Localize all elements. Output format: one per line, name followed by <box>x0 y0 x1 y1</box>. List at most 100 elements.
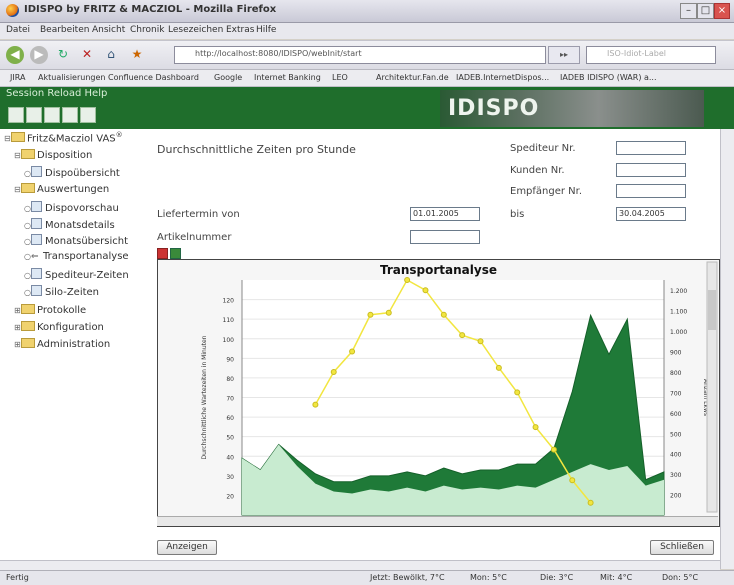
idispo-logo: IDISPO <box>440 90 704 127</box>
bookmark-item[interactable]: Architektur.Fan.de <box>376 73 449 82</box>
toolbar-icon[interactable] <box>62 107 78 123</box>
tree-item-auswertungen[interactable]: ⊟ Auswertungen <box>14 183 109 195</box>
weather-don: Don: 5°C <box>662 573 699 582</box>
y-left-tick-label: 100 <box>223 337 235 344</box>
y-right-tick-label: 1.000 <box>670 329 687 336</box>
bookmark-item[interactable]: Confluence Dashboard <box>108 73 199 82</box>
y-right-tick-label: 700 <box>670 390 682 397</box>
url-text: http://localhost:8080/IDISPO/webInit/sta… <box>195 49 362 58</box>
toolbar-icon[interactable] <box>44 107 60 123</box>
document-icon <box>31 268 42 279</box>
app-menu[interactable]: Session Reload Help <box>6 88 107 99</box>
back-icon[interactable]: ◀ <box>6 46 24 64</box>
menu-lesezeichen[interactable]: Lesezeichen <box>168 25 223 35</box>
document-icon <box>31 201 42 212</box>
bookmark-item[interactable]: JIRA <box>10 73 25 82</box>
schliessen-button[interactable]: Schließen <box>650 540 714 555</box>
bookmark-item[interactable]: IADEB IDISPO (WAR) a... <box>560 73 657 82</box>
y-right-tick-label: 1.100 <box>670 309 687 316</box>
tree-item-silo-zeiten[interactable]: ○ Silo-Zeiten <box>24 285 99 298</box>
bookmark-item[interactable]: LEO <box>332 73 348 82</box>
tree-item-monatsuebersicht[interactable]: ○ Monatsübersicht <box>24 234 128 247</box>
bookmark-item[interactable]: Google <box>214 73 242 82</box>
toolbar-icon[interactable] <box>26 107 42 123</box>
stop-icon[interactable]: ✕ <box>78 46 96 64</box>
menu-datei[interactable]: Datei <box>6 25 30 35</box>
toolbar-icon[interactable] <box>80 107 96 123</box>
excel-export-icon[interactable] <box>170 248 181 259</box>
document-icon <box>31 285 42 296</box>
maximize-icon[interactable]: □ <box>697 3 714 19</box>
toolbar-icon[interactable] <box>8 107 24 123</box>
bookmark-item[interactable]: Internet Banking <box>254 73 321 82</box>
tree-item-monatsdetails[interactable]: ○ Monatsdetails <box>24 218 115 231</box>
tree-item-administration[interactable]: ⊞ Administration <box>14 338 110 350</box>
anzeigen-button[interactable]: Anzeigen <box>157 540 217 555</box>
tree-item-protokolle[interactable]: ⊞ Protokolle <box>14 304 86 316</box>
spediteur-nr-input[interactable] <box>616 141 686 155</box>
folder-icon <box>21 338 35 348</box>
chart-scroll-thumb <box>708 290 716 330</box>
menu-extras[interactable]: Extras <box>226 25 254 35</box>
y-left-tick-label: 20 <box>226 493 234 500</box>
firefox-icon <box>6 4 19 17</box>
bookmark-item[interactable]: Aktualisierungen <box>38 73 105 82</box>
url-bar[interactable]: http://localhost:8080/IDISPO/webInit/sta… <box>174 46 546 64</box>
tree-item-dispouebersicht[interactable]: ○ Dispoübersicht <box>24 166 120 179</box>
home-icon[interactable]: ⌂ <box>102 46 120 64</box>
liefertermin-bis-input[interactable]: 30.04.2005 <box>616 207 686 221</box>
menu-ansicht[interactable]: Ansicht <box>92 25 125 35</box>
folder-icon <box>21 183 35 193</box>
y-right-tick-label: 200 <box>670 493 682 500</box>
logo-text: IDISPO <box>448 96 540 121</box>
y-right-tick-label: 400 <box>670 452 682 459</box>
y-left-tick-label: 70 <box>226 396 234 403</box>
forward-icon[interactable]: ▶ <box>30 46 48 64</box>
tree-item-dispovorschau[interactable]: ○ Dispovorschau <box>24 201 119 214</box>
data-point <box>532 424 539 431</box>
artikelnummer-input[interactable] <box>410 230 480 244</box>
label-bis: bis <box>510 209 525 220</box>
data-point <box>477 338 484 345</box>
weather-mit: Mit: 4°C <box>600 573 633 582</box>
bookmark-item[interactable]: IADEB.InternetDispos... <box>456 73 549 82</box>
data-point <box>404 277 411 283</box>
y-left-tick-label: 110 <box>223 317 235 324</box>
y-left-axis-title: Durchschnittliche Wartezeiten in Minuten <box>201 335 208 459</box>
page-scrollbar-vertical[interactable] <box>720 129 734 569</box>
tree-item-disposition[interactable]: ⊟ Disposition <box>14 149 92 161</box>
pdf-export-icon[interactable] <box>157 248 168 259</box>
go-icon[interactable]: ▸▸ <box>548 46 580 64</box>
liefertermin-von-input[interactable]: 01.01.2005 <box>410 207 480 221</box>
tree-root[interactable]: ⊟ Fritz&Macziol VAS® <box>4 131 123 144</box>
data-point <box>495 364 502 371</box>
reload-icon[interactable]: ↻ <box>54 46 72 64</box>
close-icon[interactable]: × <box>714 3 730 19</box>
kunden-nr-input[interactable] <box>616 163 686 177</box>
tree-item-spediteur-zeiten[interactable]: ○ Spediteur-Zeiten <box>24 268 129 281</box>
menu-hilfe[interactable]: Hilfe <box>256 25 276 35</box>
chart-scrollbar-horizontal[interactable] <box>157 516 718 526</box>
menu-bearbeiten[interactable]: Bearbeiten <box>40 25 89 35</box>
data-point <box>312 401 319 408</box>
search-input[interactable]: ISO-Idiot-Label <box>586 46 716 64</box>
chart-svg: 20 30 40 50 60 70 80 90 100 110 120 200 300 400 500 600… <box>201 261 718 516</box>
folder-icon <box>11 132 25 143</box>
y-right-tick-label: 500 <box>670 431 682 438</box>
data-point <box>422 287 429 294</box>
empfaenger-nr-input[interactable] <box>616 184 686 198</box>
data-point <box>550 446 557 453</box>
tree-item-transportanalyse[interactable]: ○⇐ Transportanalyse <box>24 251 129 262</box>
y-left-tick-label: 90 <box>226 356 234 363</box>
folder-icon <box>21 304 35 314</box>
bookmark-star-icon[interactable]: ★ <box>128 46 146 64</box>
arrow-icon: ⇐ <box>31 252 39 262</box>
menu-chronik[interactable]: Chronik <box>130 25 164 35</box>
document-icon <box>31 218 42 229</box>
y-right-tick-label: 800 <box>670 370 682 377</box>
browser-menubar: Datei Bearbeiten Ansicht Chronik Lesezei… <box>0 23 734 39</box>
minimize-icon[interactable]: – <box>680 3 697 19</box>
data-point <box>440 311 447 318</box>
tree-item-konfiguration[interactable]: ⊞ Konfiguration <box>14 321 104 333</box>
window-titlebar: IDISPO by FRITZ & MACZIOL - Mozilla Fire… <box>0 0 734 23</box>
